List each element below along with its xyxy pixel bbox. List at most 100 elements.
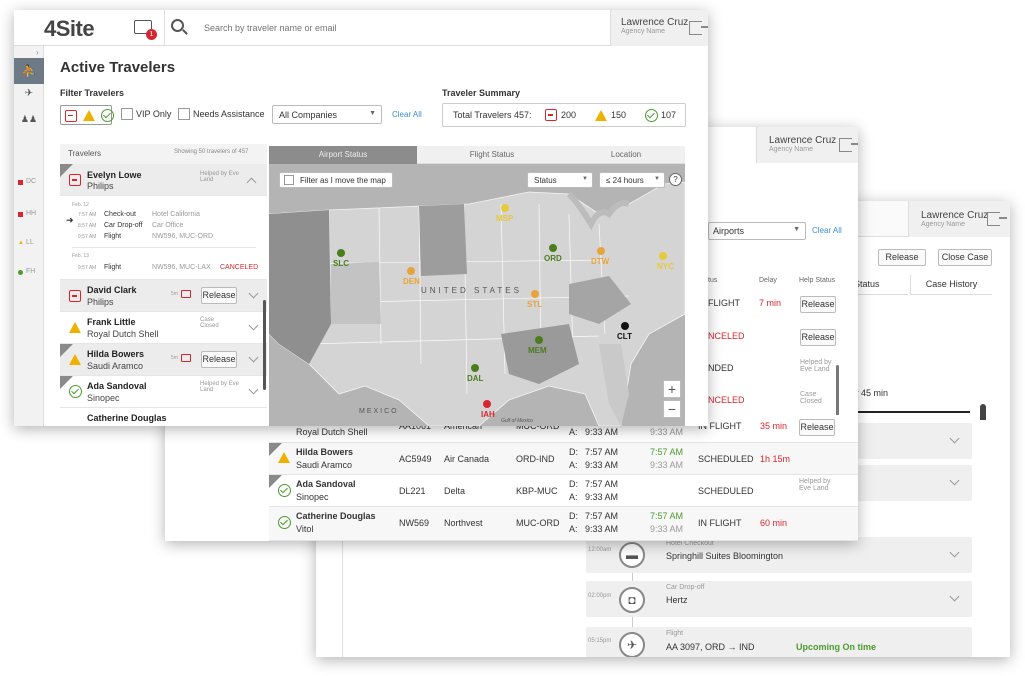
us-map[interactable]: Filter as I move the map Status ▼ ≤ 24 h…: [269, 164, 685, 426]
search-input[interactable]: [204, 20, 504, 36]
warning-icon: [69, 353, 81, 365]
check-icon[interactable]: [101, 109, 115, 122]
help-icon[interactable]: ?: [669, 173, 682, 186]
chevron-down-icon[interactable]: [949, 433, 960, 444]
release-button[interactable]: Release: [878, 249, 926, 266]
event-value: AA 3097, ORD → IND: [666, 642, 755, 652]
airport-marker-slc[interactable]: [337, 249, 345, 257]
column-help-status[interactable]: Help Status: [799, 277, 835, 284]
release-button[interactable]: Release: [201, 287, 237, 304]
divider: [164, 10, 165, 46]
notification-badge: 1: [146, 29, 157, 40]
filter-map-toggle[interactable]: Filter as I move the map: [279, 172, 393, 188]
traveler-ada[interactable]: Ada Sandoval Sinopec Helped by Eve Land: [60, 376, 267, 408]
release-button[interactable]: Release: [201, 351, 237, 368]
user-menu[interactable]: Lawrence Cruz Agency Name: [908, 201, 1010, 237]
airport-marker-msp[interactable]: [501, 204, 509, 212]
airport-marker-den[interactable]: [407, 267, 415, 275]
user-menu[interactable]: Lawrence Cruz Agency Name: [610, 10, 708, 46]
message-icon[interactable]: [181, 354, 191, 362]
help-status: Helped by Eve Land: [799, 478, 831, 492]
clear-all-link[interactable]: Clear All: [812, 226, 842, 235]
airport-marker-dtw[interactable]: [597, 247, 605, 255]
companies-select[interactable]: All Companies ▼: [272, 105, 382, 124]
status-text: FLIGHT: [708, 298, 741, 308]
arrow-right-icon: ➜: [66, 215, 74, 225]
column-delay[interactable]: Delay: [759, 277, 777, 284]
airport-label-slc: SLC: [333, 259, 349, 268]
release-button[interactable]: Release: [799, 419, 835, 436]
app-logo[interactable]: 4Site: [44, 16, 95, 42]
table-row[interactable]: Ada Sandoval Sinopec DL221 Delta KBP-MUC…: [269, 475, 858, 507]
logout-icon[interactable]: [689, 21, 708, 35]
status-select[interactable]: Status ▼: [527, 172, 593, 188]
plane-nav-icon[interactable]: ✈: [14, 88, 44, 108]
airport-label-dtw: DTW: [591, 257, 610, 266]
traveler-company: Sinopec: [87, 393, 120, 403]
release-button[interactable]: Release: [800, 296, 836, 313]
minus-icon: [69, 290, 81, 303]
tab-airport-status[interactable]: Airport Status: [269, 146, 417, 164]
message-icon[interactable]: [181, 290, 191, 298]
event-detail: NW596, MUC-LAX: [152, 264, 211, 271]
traveler-evelyn[interactable]: Evelyn Lowe Philips Helped by Eve Land: [60, 164, 267, 196]
release-button[interactable]: Release: [800, 329, 836, 346]
chevron-right-icon[interactable]: ›: [36, 48, 39, 57]
traveler-hilda[interactable]: Hilda Bowers Saudi Aramco 5m Release: [60, 344, 267, 376]
user-menu[interactable]: Lawrence Cruz Agency Name: [756, 127, 858, 163]
user-name: Lawrence Cruz: [921, 210, 989, 221]
vip-only-checkbox[interactable]: [121, 108, 133, 120]
status-filter-group[interactable]: [60, 105, 115, 125]
logout-icon[interactable]: [987, 212, 1007, 226]
clear-all-link[interactable]: Clear All: [392, 110, 422, 119]
chevron-down-icon[interactable]: [949, 591, 960, 602]
companies-select-value: All Companies: [279, 110, 338, 120]
chevron-up-icon[interactable]: [246, 177, 257, 188]
row-company: Vitol: [296, 524, 314, 534]
sidebar-label: DC: [26, 178, 37, 185]
zoom-out-icon[interactable]: −: [663, 400, 681, 418]
close-case-button[interactable]: Close Case: [938, 249, 992, 266]
chevron-down-icon[interactable]: [248, 384, 259, 395]
zoom-in-icon[interactable]: +: [663, 380, 681, 398]
hours-select[interactable]: ≤ 24 hours ▼: [599, 172, 665, 188]
table-row[interactable]: Hilda Bowers Saudi Aramco AC5949 Air Can…: [269, 443, 858, 475]
airport-marker-nyc[interactable]: [659, 252, 667, 260]
needs-assistance-checkbox[interactable]: [178, 108, 190, 120]
airport-marker-dal[interactable]: [471, 364, 479, 372]
row-company: Saudi Aramco: [296, 460, 353, 470]
logout-icon[interactable]: [839, 138, 858, 152]
airports-select[interactable]: Airports ▼: [708, 222, 806, 240]
travelers-nav-icon[interactable]: ⛹: [14, 58, 44, 84]
group-nav-icon[interactable]: ♟♟: [14, 114, 44, 134]
chevron-down-icon[interactable]: [949, 475, 960, 486]
airport-marker-mem[interactable]: [535, 336, 543, 344]
chevron-down-icon[interactable]: [248, 288, 259, 299]
table-row[interactable]: Catherine Douglas Vitol NW569 Northvest …: [269, 507, 858, 541]
traveler-frank[interactable]: Frank Little Royal Dutch Shell Case Clos…: [60, 312, 267, 344]
count-ok: 107: [661, 110, 677, 120]
airport-marker-clt[interactable]: [621, 322, 629, 330]
timeline-bar: [844, 411, 970, 413]
scrollbar[interactable]: [263, 300, 266, 390]
airport-marker-ord[interactable]: [549, 244, 557, 252]
traveler-company: Philips: [87, 181, 114, 191]
filter-map-checkbox[interactable]: [284, 175, 294, 185]
arrival-scheduled: 9:33 AM: [585, 492, 619, 502]
column-status[interactable]: tus: [708, 277, 717, 284]
warning-icon[interactable]: [83, 110, 96, 121]
airport-marker-iah[interactable]: [483, 400, 491, 408]
tab-flight-status[interactable]: Flight Status: [417, 146, 567, 164]
airport-marker-stl[interactable]: [531, 290, 539, 298]
column-case-history[interactable]: Case History: [910, 275, 992, 295]
minus-icon: [69, 174, 81, 187]
tab-location[interactable]: Location: [567, 146, 685, 164]
row-route: ORD-IND: [516, 454, 555, 464]
chevron-down-icon[interactable]: [949, 547, 960, 558]
traveler-david[interactable]: David Clark Philips 5m Release: [60, 280, 267, 312]
traveler-catherine[interactable]: Catherine Douglas: [60, 408, 267, 426]
minus-icon[interactable]: [65, 109, 77, 122]
arrival-actual: 9:33 AM: [650, 427, 684, 437]
chevron-down-icon[interactable]: [248, 320, 259, 331]
chevron-down-icon[interactable]: [248, 352, 259, 363]
